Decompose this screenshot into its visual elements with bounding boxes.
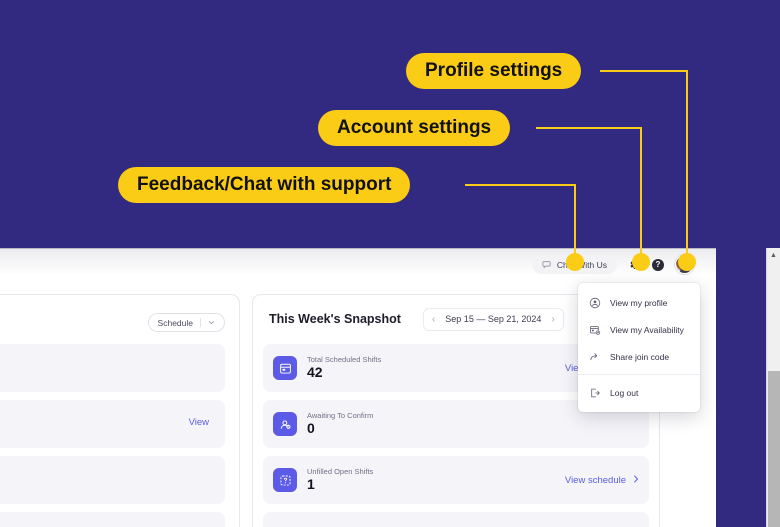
app-toolbar: Chat With Us ? <box>0 249 716 280</box>
chevron-right-icon[interactable]: › <box>551 314 554 325</box>
connector-account-horizontal <box>536 127 642 129</box>
stat-row[interactable] <box>263 512 649 527</box>
left-panel: Schedule View <box>0 294 240 527</box>
callout-account-settings: Account settings <box>318 110 511 146</box>
connector-feedback-horizontal <box>465 184 576 186</box>
list-item[interactable] <box>0 456 225 504</box>
menu-divider <box>578 374 700 375</box>
question-mark-icon: ? <box>655 259 661 269</box>
stat-text: Unfilled Open Shifts 1 <box>307 467 373 492</box>
callout-profile-settings: Profile settings <box>406 53 582 89</box>
menu-item-view-my-availability[interactable]: View my Availability <box>578 316 700 343</box>
callout-feedback-chat: Feedback/Chat with support <box>118 167 411 203</box>
profile-dropdown-menu: View my profile View my Availability Sha… <box>578 283 700 412</box>
scrollbar-thumb[interactable] <box>768 371 780 527</box>
menu-item-log-out[interactable]: Log out <box>578 379 700 406</box>
callout-label: Feedback/Chat with support <box>137 174 392 195</box>
scroll-up-arrow-icon[interactable]: ▲ <box>767 248 780 262</box>
schedule-dropdown-label: Schedule <box>157 317 193 328</box>
stat-text: Awaiting To Confirm 0 <box>307 411 373 436</box>
callout-endpoint-profile <box>678 253 696 271</box>
connector-profile-vertical <box>686 70 688 262</box>
menu-item-label: View my profile <box>610 297 668 308</box>
person-circle-icon <box>589 297 601 309</box>
connector-profile-horizontal <box>600 70 688 72</box>
stat-label: Unfilled Open Shifts <box>307 467 374 477</box>
stat-value: 42 <box>307 364 323 381</box>
callout-endpoint-account <box>632 253 650 271</box>
calendar-check-icon <box>589 324 601 336</box>
open-shift-icon <box>273 468 297 492</box>
page-title: This Week's Snapshot <box>269 312 401 326</box>
menu-item-share-join-code[interactable]: Share join code <box>578 343 700 370</box>
help-button[interactable]: ? <box>652 258 664 271</box>
stat-label: Total Scheduled Shifts <box>307 355 382 365</box>
menu-item-label: View my Availability <box>610 324 684 335</box>
chevron-down-icon <box>208 318 215 328</box>
stat-row[interactable]: Unfilled Open Shifts 1 View schedule <box>263 456 649 504</box>
stat-value: 1 <box>307 476 315 493</box>
annotated-screenshot: Profile settings Account settings Feedba… <box>0 0 780 527</box>
divider <box>200 318 201 327</box>
calendar-icon <box>273 356 297 380</box>
callout-label: Account settings <box>337 117 492 138</box>
list-item[interactable] <box>0 344 225 392</box>
chevron-right-icon <box>633 475 639 486</box>
view-link[interactable]: View <box>189 417 209 428</box>
date-range-label: Sep 15 — Sep 21, 2024 <box>445 314 542 324</box>
share-icon <box>589 351 601 363</box>
chat-bubble-icon <box>542 260 551 269</box>
date-range-navigator[interactable]: ‹ Sep 15 — Sep 21, 2024 › <box>422 307 564 331</box>
menu-item-label: Share join code <box>610 351 670 362</box>
list-item[interactable] <box>0 512 225 527</box>
vertical-scrollbar[interactable]: ▲ <box>766 248 780 527</box>
menu-item-view-my-profile[interactable]: View my profile <box>578 289 700 316</box>
callout-endpoint-feedback <box>566 253 584 271</box>
chevron-left-icon[interactable]: ‹ <box>432 314 435 325</box>
view-schedule-label: View schedule <box>564 474 626 486</box>
person-check-icon <box>273 412 297 436</box>
connector-account-vertical <box>640 127 642 262</box>
callout-label: Profile settings <box>425 60 563 81</box>
stat-value: 0 <box>307 420 315 437</box>
stat-text: Total Scheduled Shifts 42 <box>307 355 381 380</box>
menu-item-label: Log out <box>610 387 639 398</box>
view-schedule-link[interactable]: View schedule <box>565 475 639 486</box>
connector-feedback-vertical <box>574 184 576 262</box>
logout-icon <box>589 387 601 399</box>
stat-label: Awaiting To Confirm <box>307 411 374 421</box>
schedule-dropdown[interactable]: Schedule <box>147 313 225 332</box>
